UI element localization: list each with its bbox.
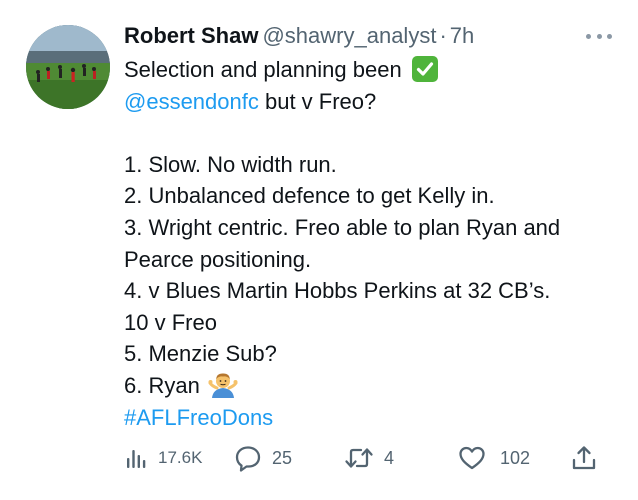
tweet-line: Selection and planning been [124,54,624,86]
tweet-line: 3. Wright centric. Freo able to plan Rya… [124,214,561,240]
tweet-text: Selection and planning been @essendonfc … [124,54,624,433]
tweet-line: 4. v Blues Martin Hobbs Perkins at 32 CB… [124,278,551,304]
author-name[interactable]: Robert Shaw [124,23,258,48]
tweet-line: 1. Slow. No width run. [124,151,337,177]
tweet-line-text: Selection and planning been [124,57,402,82]
share-button[interactable] [570,440,598,476]
tweet-card[interactable]: Robert Shaw @shawry_analyst · 7h Selection … [0,0,638,500]
tweet-line: 5. Menzie Sub? [124,341,277,367]
tweet-line: Pearce positioning. [124,246,312,272]
check-mark-button-emoji [411,56,438,82]
man-shrugging-emoji [208,371,238,399]
more-dot [596,33,602,39]
separator-dot: · [439,23,447,48]
tweet-line: 2. Unbalanced defence to get Kelly in. [124,183,495,209]
reply-icon [235,446,261,472]
tweet-line-text: 6. Ryan [124,372,200,398]
retweet-button[interactable]: 4 [344,440,394,476]
reply-button[interactable]: 25 [234,440,292,476]
heart-icon [459,446,485,470]
views-count: 17.6K [158,448,203,467]
share-icon [572,446,596,470]
retweet-icon [345,448,373,468]
tweet-header: Robert Shaw @shawry_analyst · 7h [124,22,474,50]
analytics-icon [127,450,146,468]
mention-link[interactable]: @essendonfc [124,89,259,114]
tweet-line: #AFLFreoDons [124,402,624,434]
reply-count: 25 [272,447,293,468]
retweet-count: 4 [384,447,395,468]
tweet-time[interactable]: 7h [450,23,474,48]
tweet-line: 10 v Freo [124,309,217,335]
more-dot [607,33,612,39]
like-count: 102 [500,447,531,468]
tweet-line: 6. Ryan [124,370,624,402]
author-handle[interactable]: @shawry_analyst [262,23,436,48]
tweet-line-text: but v Freo? [258,88,377,114]
views-button[interactable]: 17.6K [124,440,202,476]
more-dot [586,33,591,39]
hashtag-link[interactable]: #AFLFreoDons [124,405,273,430]
tweet-actions: 17.6K 25 4 102 [124,440,604,476]
avatar[interactable] [26,25,110,109]
more-icon[interactable] [586,26,612,46]
like-button[interactable]: 102 [458,440,530,476]
tweet-line: @essendonfc but v Freo? [124,86,624,118]
avatar-image [26,25,110,109]
